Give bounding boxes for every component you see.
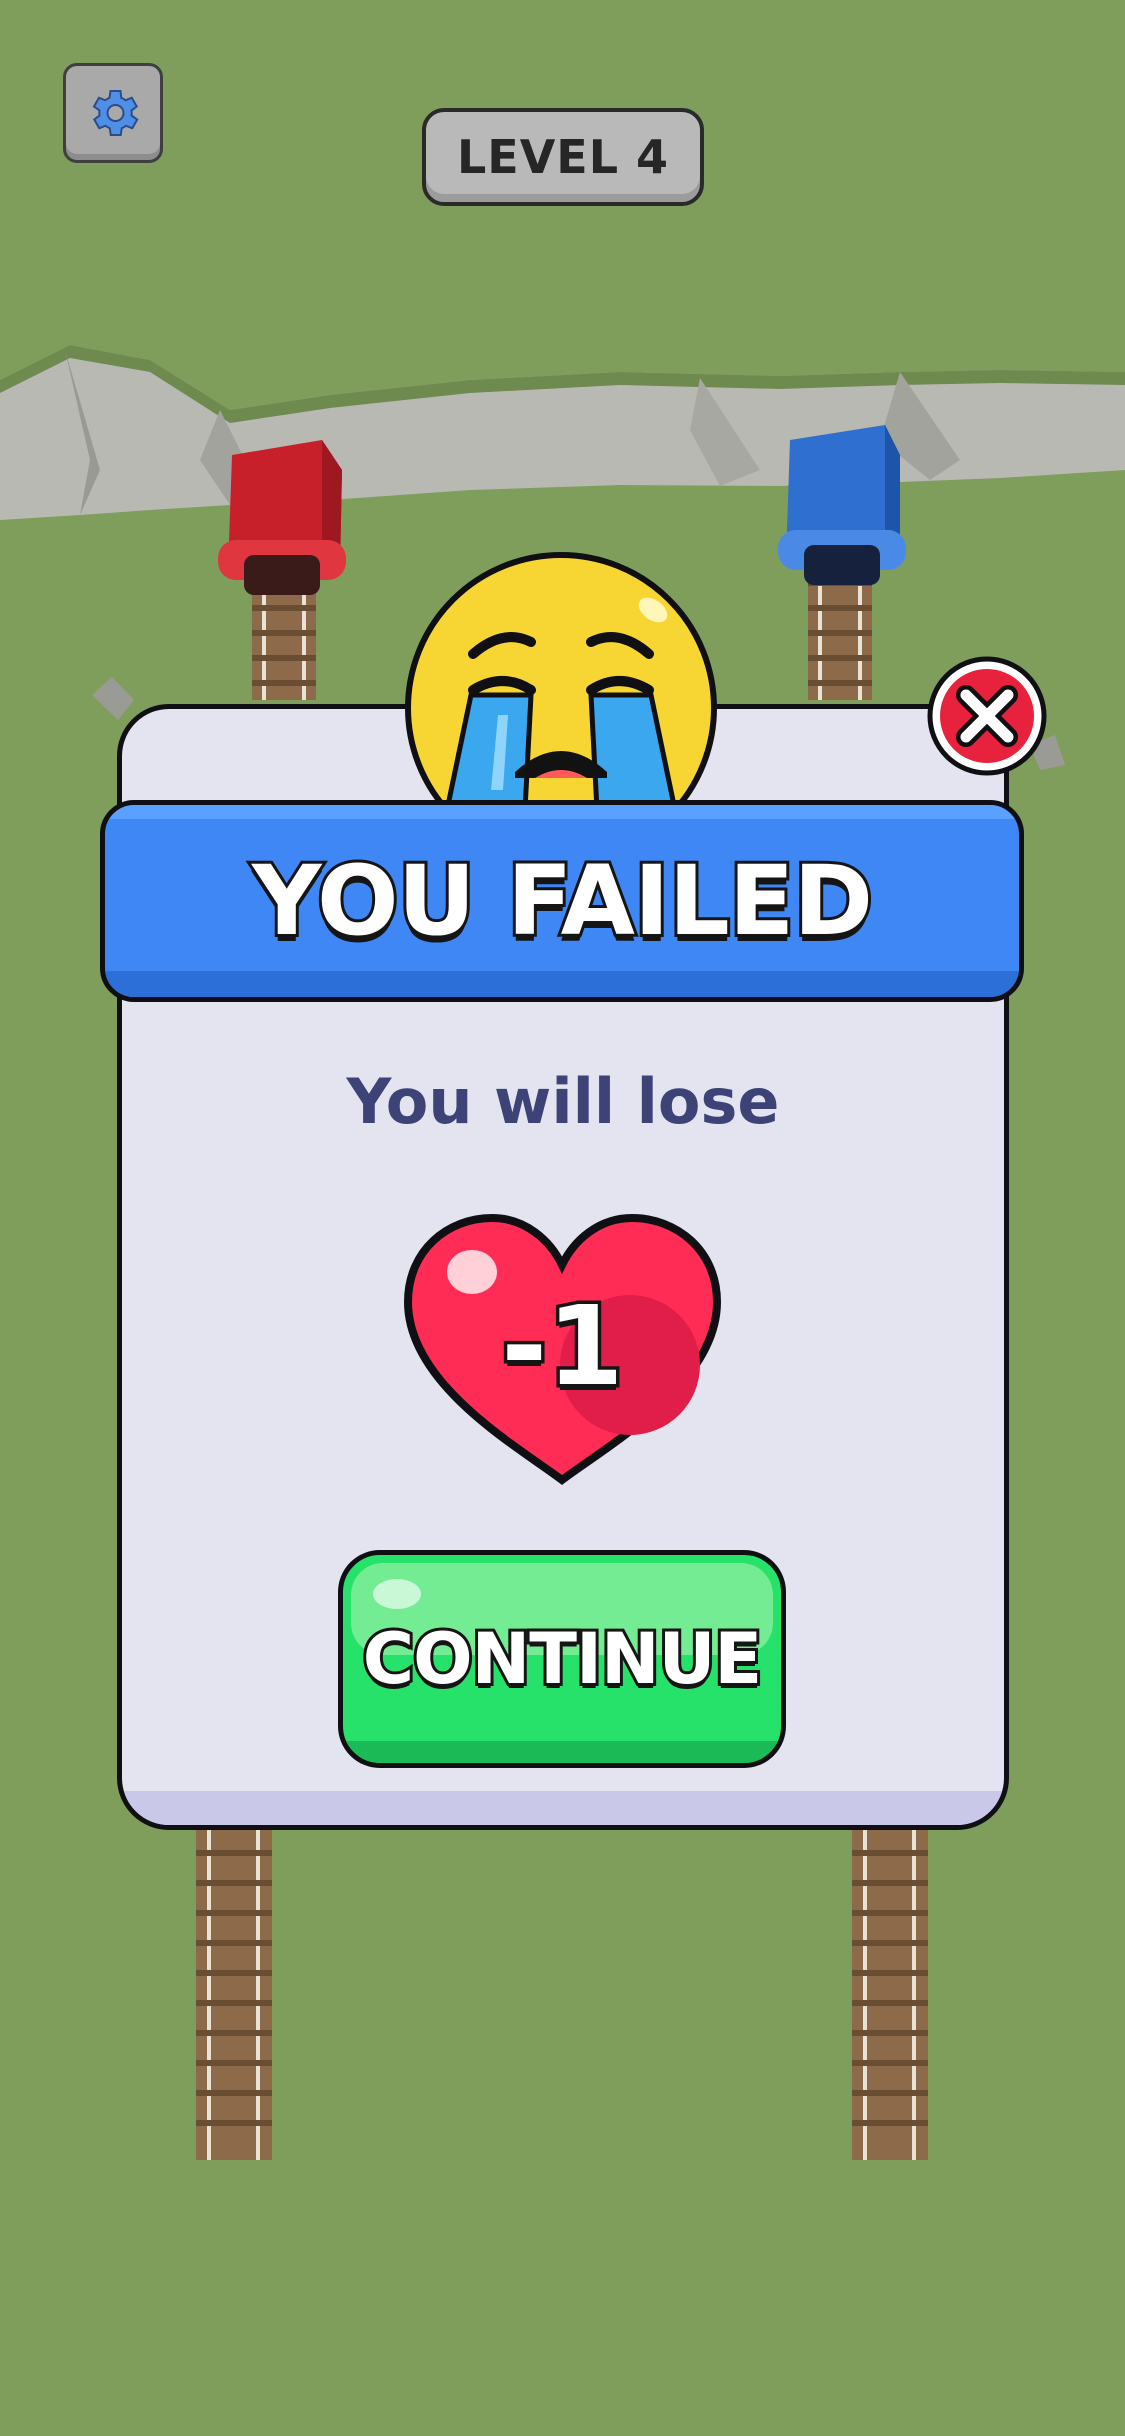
title-banner: YOU FAILED — [100, 800, 1024, 1002]
lose-message: You will lose — [346, 1065, 780, 1138]
continue-label: CONTINUE — [360, 1615, 765, 1703]
close-button[interactable] — [926, 655, 1048, 777]
continue-button[interactable]: CONTINUE — [338, 1550, 786, 1768]
settings-button[interactable] — [63, 63, 163, 163]
lives-lost-value: -1 — [498, 1279, 627, 1414]
dialog-title: YOU FAILED — [249, 842, 876, 960]
gear-icon — [92, 90, 139, 136]
red-tunnel — [218, 440, 346, 595]
rock-ridge — [0, 345, 1125, 520]
blue-tunnel — [778, 425, 906, 585]
small-rock — [92, 677, 134, 720]
level-indicator: LEVEL 4 — [422, 108, 704, 206]
